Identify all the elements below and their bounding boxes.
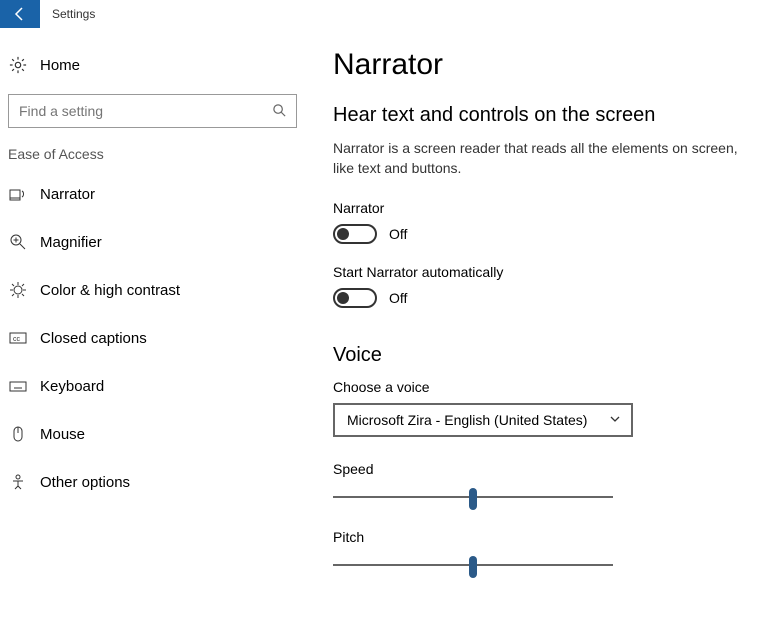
- sidebar-item-magnifier[interactable]: Magnifier: [8, 218, 297, 266]
- narrator-icon: [8, 185, 28, 203]
- sidebar-item-mouse[interactable]: Mouse: [8, 410, 297, 458]
- search-input[interactable]: [8, 94, 297, 128]
- window-title: Settings: [52, 7, 95, 21]
- sidebar-item-keyboard[interactable]: Keyboard: [8, 362, 297, 410]
- sidebar-category: Ease of Access: [8, 146, 297, 162]
- toggle-narrator-row: Off: [333, 224, 769, 244]
- sidebar-item-label: Color & high contrast: [40, 282, 180, 299]
- captions-icon: cc: [8, 329, 28, 347]
- speed-group: Speed: [333, 461, 769, 509]
- chevron-down-icon: [609, 412, 621, 428]
- sidebar-item-label: Keyboard: [40, 378, 104, 395]
- gear-icon: [8, 56, 28, 74]
- keyboard-icon: [8, 377, 28, 395]
- back-button[interactable]: [0, 0, 40, 28]
- content: Home Ease of Access Narrator Magnifier: [0, 28, 769, 636]
- pitch-group: Pitch: [333, 529, 769, 577]
- sidebar-item-narrator[interactable]: Narrator: [8, 170, 297, 218]
- toggle-narrator-label: Narrator: [333, 200, 769, 216]
- sidebar-item-label: Magnifier: [40, 234, 102, 251]
- section-hear-title: Hear text and controls on the screen: [333, 104, 769, 127]
- slider-thumb[interactable]: [469, 488, 477, 510]
- sidebar-item-label: Narrator: [40, 186, 95, 203]
- sidebar-item-label: Mouse: [40, 426, 85, 443]
- titlebar: Settings: [0, 0, 769, 28]
- voice-select-value: Microsoft Zira - English (United States): [347, 412, 587, 428]
- pitch-label: Pitch: [333, 529, 769, 545]
- sidebar-item-closed-captions[interactable]: cc Closed captions: [8, 314, 297, 362]
- sidebar-item-label: Closed captions: [40, 330, 147, 347]
- arrow-left-icon: [12, 6, 28, 22]
- sidebar-home-label: Home: [40, 57, 80, 74]
- toggle-narrator[interactable]: [333, 224, 377, 244]
- speed-slider[interactable]: [333, 485, 613, 509]
- voice-choose-label: Choose a voice: [333, 379, 769, 395]
- sidebar-home[interactable]: Home: [8, 44, 297, 86]
- accessibility-icon: [8, 473, 28, 491]
- toggle-autostart-state: Off: [389, 290, 407, 306]
- sidebar-item-label: Other options: [40, 474, 130, 491]
- sidebar-item-other-options[interactable]: Other options: [8, 458, 297, 506]
- pitch-slider[interactable]: [333, 553, 613, 577]
- svg-text:cc: cc: [13, 336, 21, 343]
- toggle-autostart-row: Off: [333, 288, 769, 308]
- sidebar: Home Ease of Access Narrator Magnifier: [0, 28, 305, 636]
- main: Narrator Hear text and controls on the s…: [305, 28, 769, 636]
- mouse-icon: [8, 425, 28, 443]
- section-description: Narrator is a screen reader that reads a…: [333, 139, 753, 178]
- slider-thumb[interactable]: [469, 556, 477, 578]
- search-wrap: [8, 94, 297, 128]
- section-voice-title: Voice: [333, 344, 769, 367]
- search-icon: [272, 103, 287, 123]
- toggle-knob: [337, 228, 349, 240]
- page-title: Narrator: [333, 48, 769, 82]
- toggle-autostart[interactable]: [333, 288, 377, 308]
- sidebar-item-color-contrast[interactable]: Color & high contrast: [8, 266, 297, 314]
- voice-select[interactable]: Microsoft Zira - English (United States): [333, 403, 633, 437]
- speed-label: Speed: [333, 461, 769, 477]
- contrast-icon: [8, 281, 28, 299]
- toggle-narrator-state: Off: [389, 226, 407, 242]
- magnifier-icon: [8, 233, 28, 251]
- toggle-knob: [337, 292, 349, 304]
- toggle-autostart-label: Start Narrator automatically: [333, 264, 769, 280]
